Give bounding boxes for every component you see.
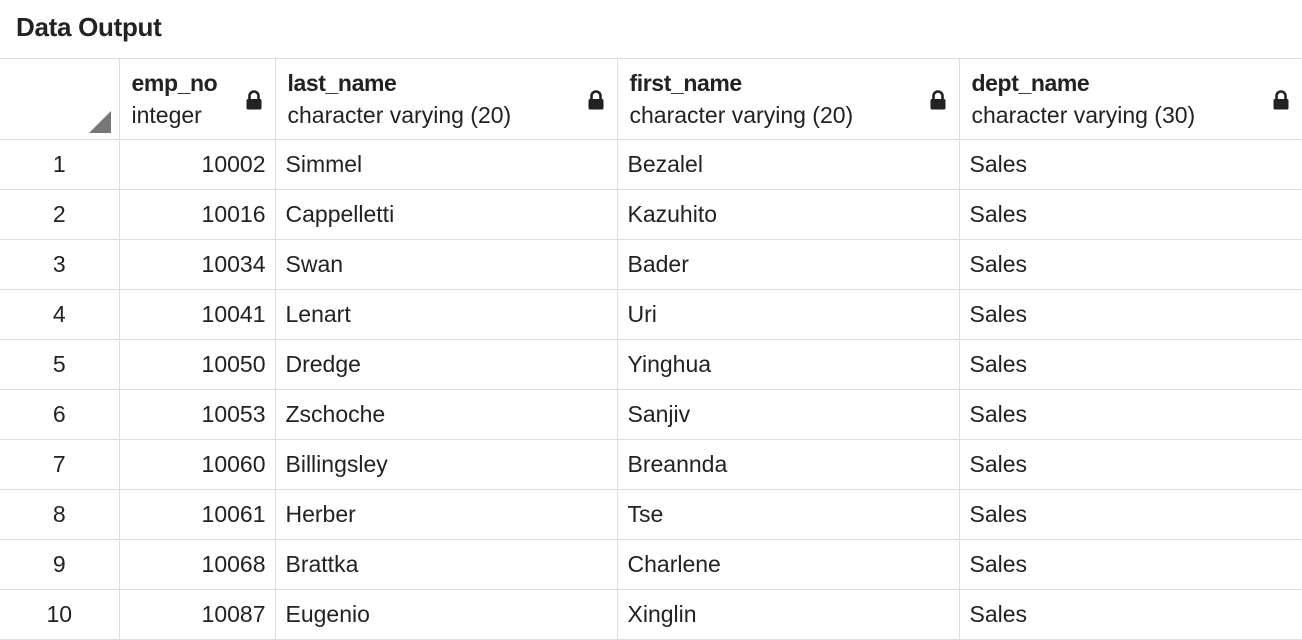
dept-name-cell[interactable]: Sales bbox=[958, 439, 1302, 490]
lock-icon bbox=[246, 90, 261, 110]
column-header-emp-no[interactable]: emp_no integer bbox=[118, 58, 276, 140]
last-name-cell[interactable]: Billingsley bbox=[274, 439, 618, 490]
row-number-cell[interactable]: 7 bbox=[0, 439, 120, 490]
emp-no-cell[interactable]: 10061 bbox=[118, 489, 276, 540]
emp-no-cell[interactable]: 10053 bbox=[118, 389, 276, 440]
dept-name-cell[interactable]: Sales bbox=[958, 339, 1302, 390]
emp-no-cell[interactable]: 10016 bbox=[118, 189, 276, 240]
dept-name-cell[interactable]: Sales bbox=[958, 139, 1302, 190]
row-number-cell[interactable]: 9 bbox=[0, 539, 120, 590]
column-name: dept_name bbox=[971, 70, 1090, 96]
table-row: 4 10041 Lenart Uri Sales bbox=[0, 289, 1302, 340]
last-name-cell[interactable]: Zschoche bbox=[274, 389, 618, 440]
dept-name-cell[interactable]: Sales bbox=[958, 489, 1302, 540]
table-row: 1 10002 Simmel Bezalel Sales bbox=[0, 139, 1302, 190]
emp-no-cell[interactable]: 10002 bbox=[118, 139, 276, 190]
column-header-dept-name[interactable]: dept_name character varying (30) bbox=[958, 58, 1302, 140]
table-row: 9 10068 Brattka Charlene Sales bbox=[0, 539, 1302, 590]
select-all-corner[interactable] bbox=[0, 58, 120, 140]
dept-name-cell[interactable]: Sales bbox=[958, 539, 1302, 590]
table-row: 6 10053 Zschoche Sanjiv Sales bbox=[0, 389, 1302, 440]
emp-no-cell[interactable]: 10087 bbox=[118, 589, 276, 640]
dept-name-cell[interactable]: Sales bbox=[958, 289, 1302, 340]
last-name-cell[interactable]: Simmel bbox=[274, 139, 618, 190]
first-name-cell[interactable]: Kazuhito bbox=[616, 189, 960, 240]
last-name-cell[interactable]: Herber bbox=[274, 489, 618, 540]
row-number-cell[interactable]: 6 bbox=[0, 389, 120, 440]
first-name-cell[interactable]: Uri bbox=[616, 289, 960, 340]
last-name-cell[interactable]: Eugenio bbox=[274, 589, 618, 640]
column-type: character varying (30) bbox=[971, 102, 1196, 128]
table-row: 10 10087 Eugenio Xinglin Sales bbox=[0, 589, 1302, 640]
first-name-cell[interactable]: Breannda bbox=[616, 439, 960, 490]
emp-no-cell[interactable]: 10034 bbox=[118, 239, 276, 290]
data-output-grid: emp_no integer last_name character varyi… bbox=[0, 58, 1302, 640]
column-header-first-name[interactable]: first_name character varying (20) bbox=[616, 58, 960, 140]
column-name: first_name bbox=[629, 70, 743, 96]
last-name-cell[interactable]: Cappelletti bbox=[274, 189, 618, 240]
column-name: emp_no bbox=[131, 70, 218, 96]
table-row: 3 10034 Swan Bader Sales bbox=[0, 239, 1302, 290]
lock-icon bbox=[930, 90, 945, 110]
first-name-cell[interactable]: Bader bbox=[616, 239, 960, 290]
lock-icon bbox=[588, 90, 603, 110]
table-row: 8 10061 Herber Tse Sales bbox=[0, 489, 1302, 540]
column-header-last-name[interactable]: last_name character varying (20) bbox=[274, 58, 618, 140]
column-type: character varying (20) bbox=[287, 102, 512, 128]
row-number-cell[interactable]: 1 bbox=[0, 139, 120, 190]
first-name-cell[interactable]: Sanjiv bbox=[616, 389, 960, 440]
row-number-cell[interactable]: 8 bbox=[0, 489, 120, 540]
emp-no-cell[interactable]: 10068 bbox=[118, 539, 276, 590]
column-name: last_name bbox=[287, 70, 397, 96]
emp-no-cell[interactable]: 10041 bbox=[118, 289, 276, 340]
last-name-cell[interactable]: Dredge bbox=[274, 339, 618, 390]
first-name-cell[interactable]: Bezalel bbox=[616, 139, 960, 190]
table-row: 5 10050 Dredge Yinghua Sales bbox=[0, 339, 1302, 390]
dept-name-cell[interactable]: Sales bbox=[958, 239, 1302, 290]
first-name-cell[interactable]: Tse bbox=[616, 489, 960, 540]
dept-name-cell[interactable]: Sales bbox=[958, 389, 1302, 440]
dept-name-cell[interactable]: Sales bbox=[958, 589, 1302, 640]
row-number-cell[interactable]: 4 bbox=[0, 289, 120, 340]
row-number-cell[interactable]: 10 bbox=[0, 589, 120, 640]
first-name-cell[interactable]: Yinghua bbox=[616, 339, 960, 390]
last-name-cell[interactable]: Swan bbox=[274, 239, 618, 290]
header-row: emp_no integer last_name character varyi… bbox=[0, 58, 1302, 140]
table-row: 2 10016 Cappelletti Kazuhito Sales bbox=[0, 189, 1302, 240]
column-type: integer bbox=[131, 102, 202, 128]
row-number-cell[interactable]: 5 bbox=[0, 339, 120, 390]
last-name-cell[interactable]: Brattka bbox=[274, 539, 618, 590]
row-number-cell[interactable]: 2 bbox=[0, 189, 120, 240]
corner-resize-icon bbox=[88, 111, 111, 133]
dept-name-cell[interactable]: Sales bbox=[958, 189, 1302, 240]
table-row: 7 10060 Billingsley Breannda Sales bbox=[0, 439, 1302, 490]
emp-no-cell[interactable]: 10050 bbox=[118, 339, 276, 390]
row-number-cell[interactable]: 3 bbox=[0, 239, 120, 290]
last-name-cell[interactable]: Lenart bbox=[274, 289, 618, 340]
column-type: character varying (20) bbox=[629, 102, 854, 128]
first-name-cell[interactable]: Charlene bbox=[616, 539, 960, 590]
first-name-cell[interactable]: Xinglin bbox=[616, 589, 960, 640]
lock-icon bbox=[1273, 90, 1289, 110]
emp-no-cell[interactable]: 10060 bbox=[118, 439, 276, 490]
panel-title: Data Output bbox=[16, 12, 162, 42]
